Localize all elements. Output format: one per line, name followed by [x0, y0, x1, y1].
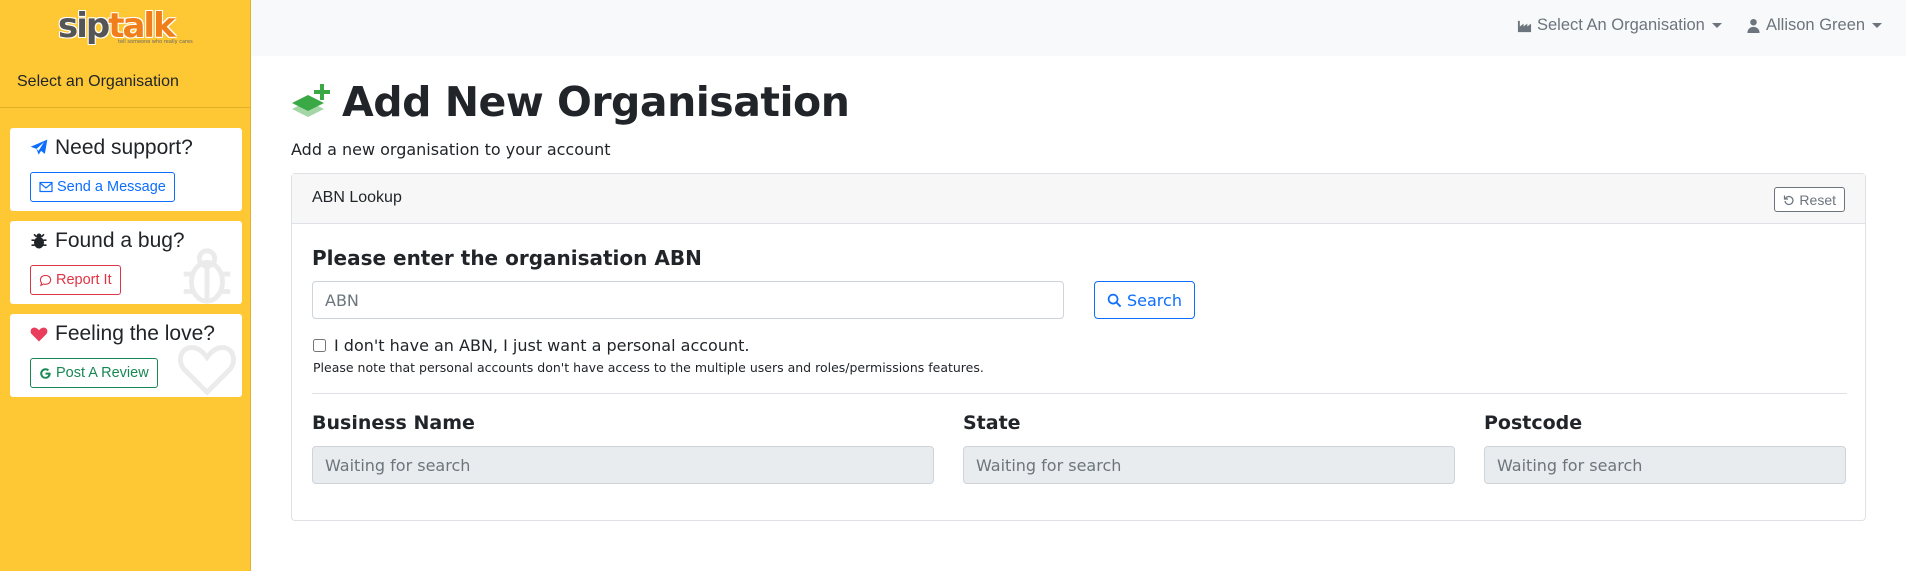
user-icon — [1747, 18, 1760, 33]
abn-input[interactable] — [312, 281, 1064, 319]
state-field[interactable] — [963, 446, 1455, 484]
abn-label: Please enter the organisation ABN — [312, 246, 702, 270]
personal-account-label: I don't have an ABN, I just want a perso… — [334, 336, 750, 355]
sidebar: siptalk tell someone who really cares Se… — [0, 0, 251, 571]
post-review-label: Post A Review — [56, 365, 149, 381]
personal-account-option: I don't have an ABN, I just want a perso… — [313, 336, 749, 355]
support-card: Need support? Send a Message — [10, 128, 242, 211]
bug-card-title: Found a bug? — [55, 229, 185, 252]
review-card: Feeling the love? Post A Review — [10, 314, 242, 397]
chevron-down-icon — [1711, 23, 1722, 28]
search-button[interactable]: Search — [1094, 281, 1195, 319]
heart-icon — [30, 327, 48, 342]
paper-plane-icon — [30, 139, 48, 155]
envelope-icon — [39, 181, 53, 193]
page-title-text: Add New Organisation — [342, 78, 850, 126]
review-card-title: Feeling the love? — [55, 322, 215, 345]
logo-tagline: tell someone who really cares — [118, 39, 193, 45]
google-icon — [40, 367, 51, 379]
page-title: Add New Organisation — [290, 78, 850, 126]
post-review-button[interactable]: Post A Review — [30, 358, 158, 388]
factory-icon — [1517, 20, 1532, 33]
user-menu-dropdown[interactable]: Allison Green — [1746, 16, 1883, 35]
search-label: Search — [1127, 290, 1182, 310]
panel-divider — [312, 393, 1847, 394]
personal-account-note: Please note that personal accounts don't… — [313, 360, 984, 375]
report-it-label: Report It — [56, 272, 112, 288]
bug-icon — [31, 233, 47, 249]
reset-label: Reset — [1799, 191, 1836, 208]
postcode-label: Postcode — [1484, 412, 1583, 434]
panel-title: ABN Lookup — [312, 189, 402, 206]
organisation-dropdown-label: Select An Organisation — [1537, 16, 1705, 34]
reset-button[interactable]: Reset — [1774, 187, 1845, 212]
add-layers-icon — [292, 84, 330, 117]
search-icon — [1107, 293, 1122, 307]
heart-watermark-icon — [178, 345, 236, 396]
undo-icon — [1784, 195, 1794, 205]
state-label: State — [963, 412, 1021, 434]
business-name-label: Business Name — [312, 412, 475, 434]
bug-card: Found a bug? Report It — [10, 221, 242, 304]
organisation-dropdown[interactable]: Select An Organisation — [1517, 16, 1722, 35]
topbar: Select An Organisation Allison Green — [251, 0, 1906, 56]
abn-lookup-panel: ABN Lookup Reset Please enter the organi… — [291, 173, 1866, 521]
page-subtitle: Add a new organisation to your account — [291, 140, 611, 159]
send-message-button[interactable]: Send a Message — [30, 172, 175, 202]
siptalk-logo[interactable]: siptalk tell someone who really cares — [58, 6, 198, 50]
logo-sip: sip — [58, 6, 110, 46]
report-it-button[interactable]: Report It — [30, 265, 121, 295]
panel-header: ABN Lookup Reset — [292, 174, 1865, 224]
user-name: Allison Green — [1766, 16, 1866, 34]
bug-watermark-icon — [183, 248, 231, 304]
send-message-label: Send a Message — [57, 179, 166, 195]
sidebar-divider — [0, 107, 251, 108]
personal-account-checkbox[interactable] — [313, 339, 326, 352]
postcode-field[interactable] — [1484, 446, 1846, 484]
chat-bubble-icon — [39, 274, 52, 286]
chevron-down-icon — [1872, 23, 1883, 28]
support-card-title: Need support? — [55, 136, 193, 159]
business-name-field[interactable] — [312, 446, 934, 484]
sidebar-select-organisation[interactable]: Select an Organisation — [17, 73, 179, 91]
